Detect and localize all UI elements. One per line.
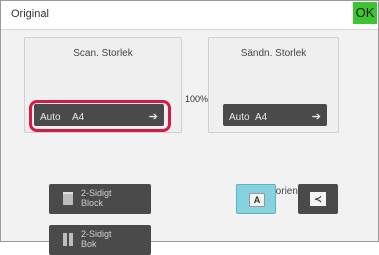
ratio-display: 100% — [185, 94, 209, 104]
scan-size-mode: Auto — [40, 112, 61, 123]
duplex-book-icon — [63, 233, 73, 246]
duplex-block-button[interactable]: 2-Sidigt Block — [49, 184, 151, 214]
scan-size-label: Scan. Storlek — [73, 48, 133, 59]
send-size-label: Sändn. Storlek — [240, 48, 307, 59]
arrow-right-icon: ➔ — [311, 111, 321, 123]
arrow-right-icon: ➔ — [148, 111, 158, 123]
send-size-mode: Auto — [229, 112, 250, 123]
settings-area: Scan. Storlek Auto A4 ➔ 100% Sändn. Stor… — [1, 30, 378, 255]
send-size-button[interactable]: Auto A4 ➔ — [223, 104, 327, 126]
duplex-block-label-line1: 2-Sidigt — [81, 188, 112, 198]
orientation-landscape-button[interactable]: ≺ — [298, 184, 338, 214]
portrait-glyph: A — [249, 193, 265, 207]
ok-button[interactable]: OK — [353, 2, 377, 24]
duplex-book-label-line2: Bok — [81, 239, 97, 249]
duplex-book-label-line1: 2-Sidigt — [81, 229, 112, 239]
page-title: Original — [11, 8, 49, 20]
orientation-portrait-button[interactable]: A — [236, 184, 276, 214]
title-bar: Original OK — [1, 1, 378, 30]
landscape-glyph: ≺ — [310, 192, 326, 206]
scan-size-button[interactable]: Auto A4 ➔ — [34, 104, 164, 126]
send-size-value: A4 — [255, 112, 268, 123]
duplex-book-button[interactable]: 2-Sidigt Bok — [49, 225, 151, 255]
scan-size-value: A4 — [72, 112, 85, 123]
duplex-block-icon — [63, 192, 73, 205]
duplex-block-label-line2: Block — [81, 198, 104, 208]
